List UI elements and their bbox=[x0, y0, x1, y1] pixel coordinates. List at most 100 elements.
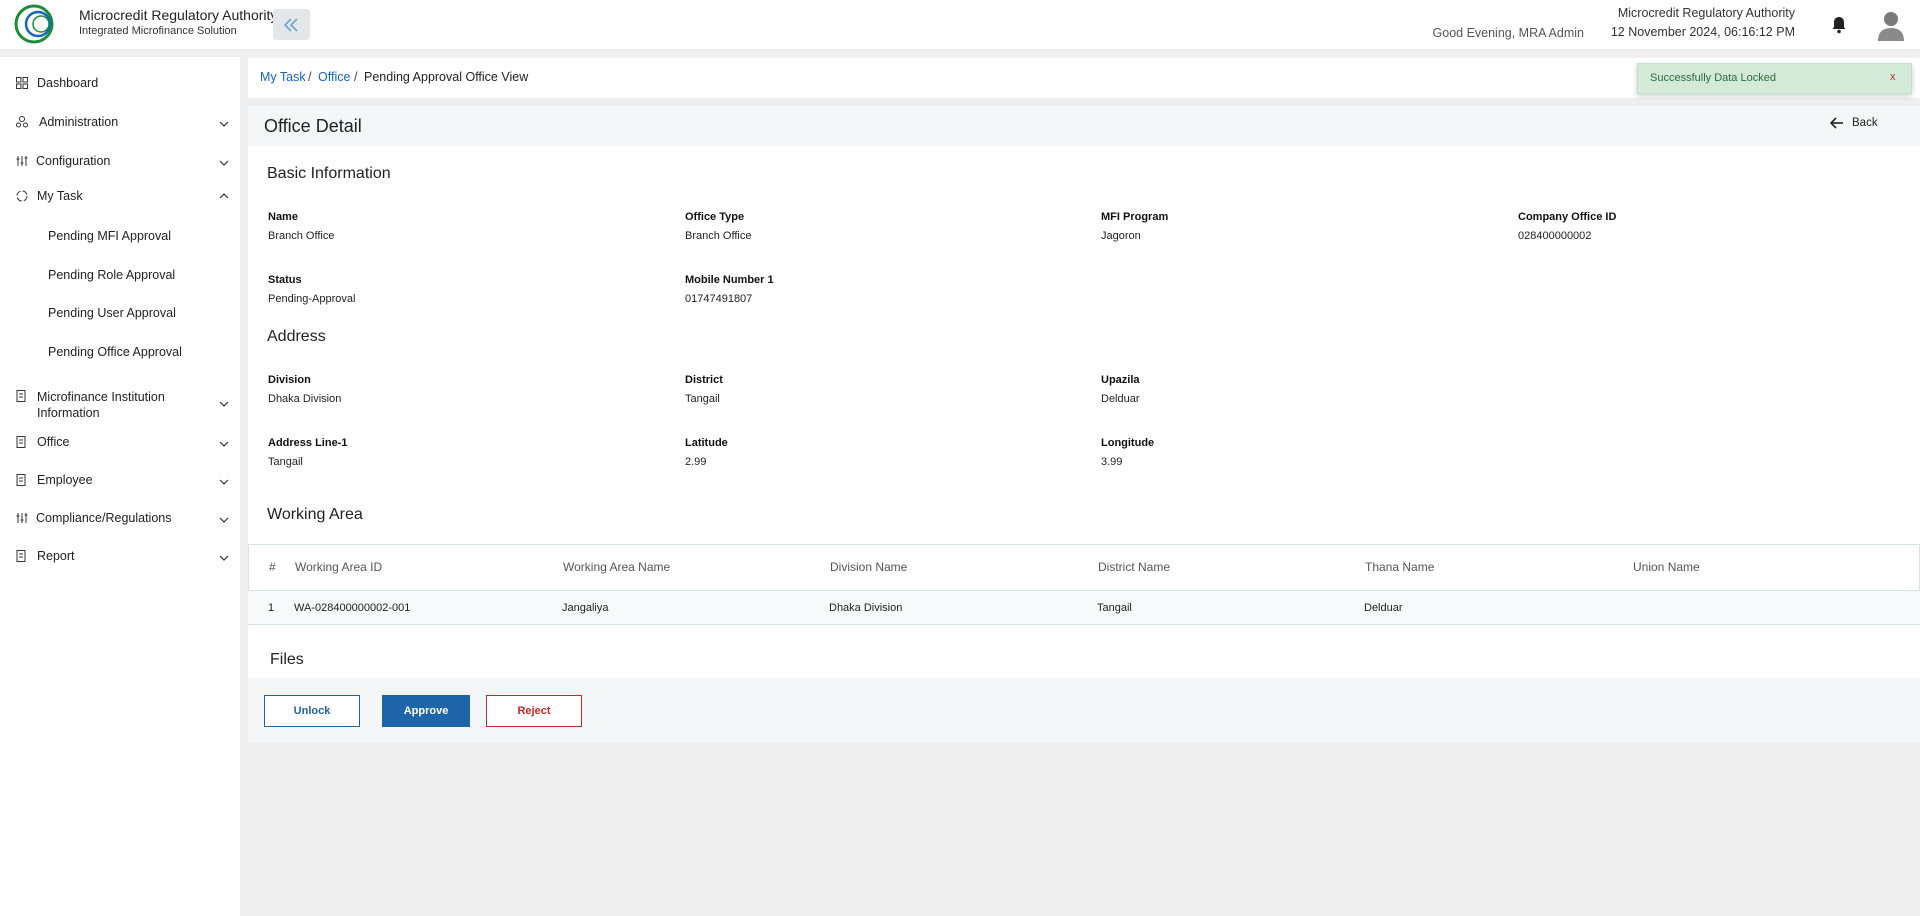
field-label-longitude: Longitude bbox=[1101, 437, 1155, 449]
bell-icon[interactable] bbox=[1831, 16, 1847, 34]
field-value-division: Dhaka Division bbox=[268, 393, 342, 405]
sliders-icon bbox=[16, 156, 28, 166]
sidebar-item-my-task[interactable]: My Task bbox=[0, 188, 240, 208]
column-header: Division Name bbox=[830, 560, 908, 574]
chevron-down-icon bbox=[219, 479, 229, 485]
chevron-down-icon bbox=[219, 517, 229, 523]
column-header: Working Area ID bbox=[295, 560, 383, 574]
top-header: Microcredit Regulatory Authority Integra… bbox=[0, 0, 1920, 50]
field-value-company-office-id: 028400000002 bbox=[1518, 230, 1592, 242]
field-label-division: Division bbox=[268, 374, 311, 386]
sidebar-item-administration[interactable]: Administration bbox=[0, 114, 240, 134]
arrow-left-icon bbox=[1830, 117, 1843, 129]
sidebar: Dashboard Administration Configuration M… bbox=[0, 57, 240, 916]
chevron-up-icon bbox=[219, 193, 229, 199]
table-row[interactable]: 1 WA-028400000002-001 Jangaliya Dhaka Di… bbox=[248, 591, 1920, 625]
chevron-down-icon bbox=[219, 160, 229, 166]
column-header: Working Area Name bbox=[563, 560, 671, 574]
field-label-latitude: Latitude bbox=[685, 437, 728, 449]
office-detail-card: Office Detail Back Basic Information Nam… bbox=[248, 106, 1920, 743]
field-value-latitude: 2.99 bbox=[685, 456, 707, 468]
sidebar-subitem-pending-role-approval[interactable]: Pending Role Approval bbox=[48, 268, 175, 282]
sidebar-item-label: Configuration bbox=[36, 154, 111, 168]
sidebar-item-label: Office bbox=[37, 435, 70, 449]
column-header: Union Name bbox=[1633, 560, 1700, 574]
files-title: Files bbox=[270, 651, 304, 668]
grid-icon bbox=[16, 77, 28, 89]
reject-button[interactable]: Reject bbox=[486, 695, 582, 727]
column-header: # bbox=[269, 560, 276, 574]
toast-message: Successfully Data Locked bbox=[1650, 72, 1776, 84]
field-value-office-type: Branch Office bbox=[685, 230, 752, 242]
document-icon bbox=[16, 474, 26, 486]
sidebar-subitem-pending-office-approval[interactable]: Pending Office Approval bbox=[48, 345, 182, 359]
working-area-title: Working Area bbox=[267, 506, 363, 523]
back-button[interactable]: Back bbox=[1830, 117, 1878, 129]
sidebar-item-label: Report bbox=[37, 549, 75, 563]
field-value-mobile-number: 01747491807 bbox=[685, 293, 753, 305]
field-label-office-type: Office Type bbox=[685, 211, 745, 223]
card-header: Office Detail Back bbox=[248, 106, 1920, 146]
toast-close-button[interactable]: x bbox=[1890, 71, 1896, 83]
success-toast: Successfully Data Locked x bbox=[1637, 63, 1912, 94]
sidebar-item-configuration[interactable]: Configuration bbox=[0, 153, 240, 173]
greeting-text: Good Evening, MRA Admin bbox=[1432, 26, 1584, 40]
field-label-mfi-program: MFI Program bbox=[1101, 211, 1169, 223]
admin-icon bbox=[16, 116, 28, 128]
app-subtitle: Integrated Microfinance Solution bbox=[79, 25, 237, 37]
column-header: District Name bbox=[1098, 560, 1171, 574]
field-label-address-line-1: Address Line-1 bbox=[268, 437, 348, 449]
task-icon bbox=[16, 190, 28, 202]
chevron-down-icon bbox=[219, 121, 229, 127]
sidebar-subitem-pending-mfi-approval[interactable]: Pending MFI Approval bbox=[48, 229, 171, 243]
sidebar-item-dashboard[interactable]: Dashboard bbox=[0, 75, 240, 95]
field-label-status: Status bbox=[268, 274, 302, 286]
sidebar-subitem-pending-user-approval[interactable]: Pending User Approval bbox=[48, 306, 176, 320]
sidebar-item-label: Compliance/Regulations bbox=[36, 511, 172, 525]
sidebar-item-employee[interactable]: Employee bbox=[0, 472, 240, 492]
sidebar-item-mfi-information[interactable]: Microfinance Institution Information bbox=[0, 387, 240, 423]
table-cell: Jangaliya bbox=[562, 602, 609, 614]
document-icon bbox=[16, 436, 26, 448]
app-title: Microcredit Regulatory Authority bbox=[79, 7, 278, 23]
field-value-longitude: 3.99 bbox=[1101, 456, 1123, 468]
breadcrumb-separator: / bbox=[354, 70, 358, 84]
address-title: Address bbox=[267, 328, 326, 345]
sidebar-item-label: My Task bbox=[37, 189, 83, 203]
sidebar-item-office[interactable]: Office bbox=[0, 434, 240, 454]
document-icon bbox=[16, 390, 26, 402]
table-cell: WA-028400000002-001 bbox=[294, 602, 411, 614]
field-value-name: Branch Office bbox=[268, 230, 335, 242]
unlock-button[interactable]: Unlock bbox=[264, 695, 360, 727]
field-label-mobile-number: Mobile Number 1 bbox=[685, 274, 774, 286]
basic-info-title: Basic Information bbox=[267, 165, 391, 182]
sidebar-collapse-button[interactable] bbox=[273, 9, 310, 40]
sliders-icon bbox=[16, 513, 28, 523]
field-value-address-line-1: Tangail bbox=[268, 456, 303, 468]
table-header: # Working Area ID Working Area Name Divi… bbox=[248, 544, 1920, 591]
chevron-down-icon bbox=[219, 555, 229, 561]
header-org-name: Microcredit Regulatory Authority bbox=[1617, 6, 1795, 20]
page-title: Office Detail bbox=[264, 116, 362, 136]
sidebar-item-report[interactable]: Report bbox=[0, 548, 240, 568]
mra-logo bbox=[14, 4, 54, 44]
sidebar-item-label: Microfinance Institution Information bbox=[37, 390, 165, 420]
table-cell: Dhaka Division bbox=[829, 602, 903, 614]
field-label-company-office-id: Company Office ID bbox=[1518, 211, 1617, 223]
chevron-down-icon bbox=[219, 401, 229, 407]
breadcrumb-office[interactable]: Office bbox=[318, 70, 350, 84]
field-value-mfi-program: Jagoron bbox=[1101, 230, 1141, 242]
sidebar-item-compliance[interactable]: Compliance/Regulations bbox=[0, 510, 240, 530]
breadcrumb-my-task[interactable]: My Task bbox=[260, 70, 306, 84]
sidebar-item-label: Employee bbox=[37, 473, 93, 487]
double-chevron-left-icon bbox=[283, 17, 298, 32]
back-label: Back bbox=[1852, 117, 1878, 129]
approve-button[interactable]: Approve bbox=[382, 695, 470, 727]
field-label-district: District bbox=[685, 374, 723, 386]
avatar-icon[interactable] bbox=[1877, 10, 1905, 42]
sidebar-item-label: Dashboard bbox=[37, 76, 99, 90]
breadcrumb-current: Pending Approval Office View bbox=[364, 70, 529, 84]
table-cell: 1 bbox=[268, 602, 275, 614]
chevron-down-icon bbox=[219, 441, 229, 447]
field-label-upazila: Upazila bbox=[1101, 374, 1140, 386]
